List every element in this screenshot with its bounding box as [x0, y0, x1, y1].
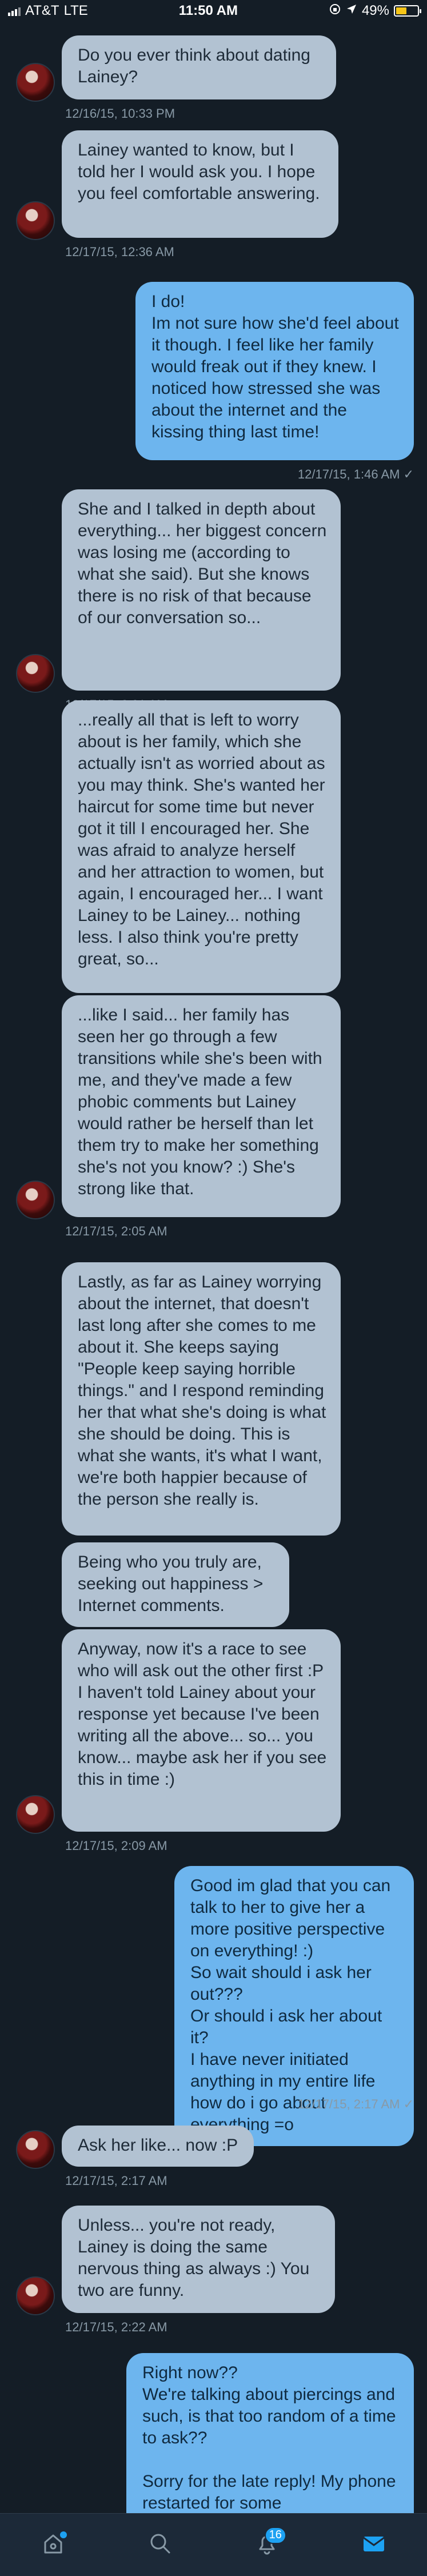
tab-bar: 16 — [0, 2513, 427, 2576]
message-timestamp: 12/17/15, 12:36 AM — [65, 245, 174, 259]
signal-icon — [8, 6, 21, 16]
message-timestamp: 12/16/15, 10:33 PM — [65, 106, 175, 121]
network-label: LTE — [63, 3, 88, 18]
received-message[interactable]: Anyway, now it's a race to see who will … — [62, 1629, 341, 1832]
received-message[interactable]: ...really all that is left to worry abou… — [62, 700, 341, 993]
received-message[interactable]: She and I talked in depth about everythi… — [62, 489, 341, 691]
received-message[interactable]: ...like I said... her family has seen he… — [62, 995, 341, 1217]
tab-search[interactable] — [137, 2522, 183, 2568]
notifications-badge: 16 — [264, 2526, 286, 2544]
avatar[interactable] — [16, 2130, 55, 2169]
status-left: AT&T LTE — [8, 3, 88, 19]
avatar[interactable] — [16, 1795, 55, 1834]
received-message[interactable]: Being who you truly are, seeking out hap… — [62, 1542, 289, 1627]
location-icon — [346, 3, 357, 19]
sent-message[interactable]: I do! Im not sure how she'd feel about i… — [135, 282, 414, 460]
message-timestamp: 12/17/15, 2:17 AM — [65, 2174, 167, 2188]
orientation-lock-icon — [329, 3, 341, 19]
message-timestamp: 12/17/15, 2:09 AM — [65, 1839, 167, 1853]
message-timestamp: 12/17/15, 2:22 AM — [65, 2320, 167, 2334]
status-right: 49% — [329, 3, 421, 19]
tab-home[interactable] — [30, 2522, 76, 2568]
home-new-dot — [60, 2531, 67, 2538]
message-timestamp: 12/17/15, 1:46 AM ✓ — [297, 467, 414, 481]
avatar[interactable] — [16, 1181, 55, 1219]
tab-messages[interactable] — [351, 2522, 397, 2568]
received-message[interactable]: Unless... you're not ready, Lainey is do… — [62, 2206, 335, 2313]
message-timestamp: 12/17/15, 2:17 AM ✓ — [297, 2097, 414, 2111]
search-icon — [147, 2531, 173, 2559]
avatar[interactable] — [16, 2276, 55, 2315]
battery-icon — [393, 5, 421, 17]
received-message[interactable]: Lainey wanted to know, but I told her I … — [62, 130, 338, 238]
avatar[interactable] — [16, 201, 55, 240]
clock: 11:50 AM — [178, 3, 238, 18]
status-bar: AT&T LTE 11:50 AM 49% — [0, 0, 427, 22]
avatar[interactable] — [16, 63, 55, 102]
mail-icon — [361, 2530, 387, 2559]
battery-fill — [396, 7, 406, 14]
avatar[interactable] — [16, 654, 55, 693]
received-message[interactable]: Do you ever think about dating Lainey? — [62, 35, 336, 99]
received-message[interactable]: Ask her like... now :P — [62, 2126, 254, 2167]
battery-percent: 49% — [361, 3, 389, 18]
tab-notifications[interactable]: 16 — [244, 2522, 290, 2568]
carrier-label: AT&T — [25, 3, 59, 18]
message-timestamp: 12/17/15, 2:05 AM — [65, 1224, 167, 1238]
received-message[interactable]: Lastly, as far as Lainey worrying about … — [62, 1262, 341, 1536]
